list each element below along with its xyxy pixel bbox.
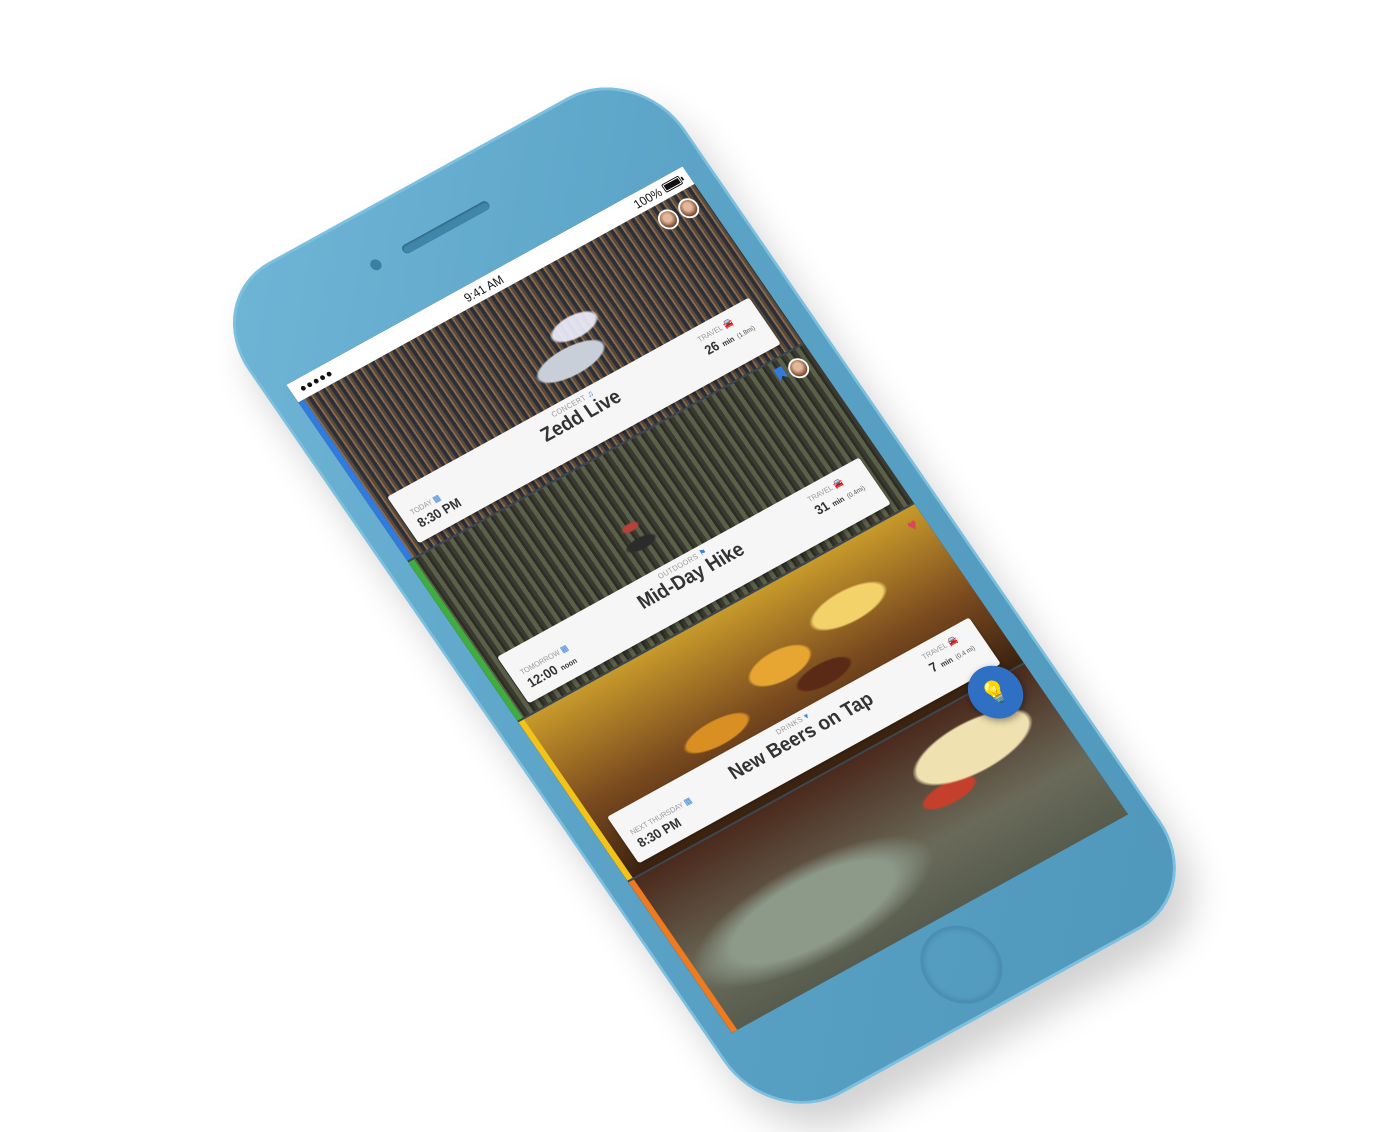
lightbulb-icon: 💡 bbox=[976, 674, 1015, 710]
event-time-suffix: noon bbox=[558, 656, 579, 673]
travel-unit: min bbox=[720, 334, 737, 349]
travel-unit: min bbox=[830, 494, 847, 509]
travel-distance: (0.4 mi) bbox=[954, 645, 977, 661]
battery-icon bbox=[660, 175, 684, 193]
phone-device: ●●●●● 9:41 AM 100% CONCERT ♫ Zedd Live T… bbox=[200, 59, 1209, 1132]
travel-distance: (1.8mi) bbox=[735, 325, 757, 341]
travel-distance: (0.4mi) bbox=[845, 485, 867, 501]
phone-mockup: ●●●●● 9:41 AM 100% CONCERT ♫ Zedd Live T… bbox=[0, 0, 1396, 1132]
travel-unit: min bbox=[938, 655, 955, 669]
